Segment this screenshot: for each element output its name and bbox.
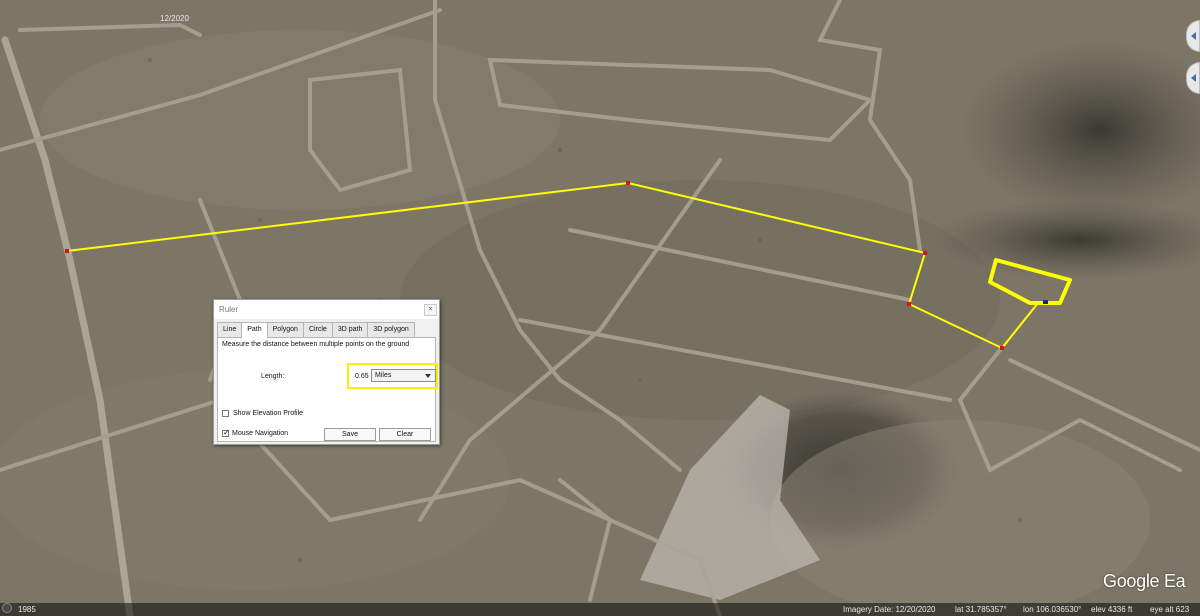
path-description: Measure the distance between multiple po… <box>222 341 410 348</box>
tab-circle[interactable]: Circle <box>302 322 333 337</box>
length-label: Length: <box>261 373 285 380</box>
longitude: lon 106.036530° <box>1023 605 1082 614</box>
mouse-navigation-checkbox[interactable]: ✓ <box>222 428 230 437</box>
top-date-label: 12/2020 <box>160 14 189 23</box>
historical-imagery-icon[interactable] <box>2 603 12 613</box>
tab-line[interactable]: Line <box>217 322 243 337</box>
length-value: 0.65 <box>355 373 369 380</box>
clear-button[interactable]: Clear <box>379 428 431 441</box>
dialog-titlebar[interactable]: Ruler × <box>214 300 439 319</box>
checkmark-icon: ✓ <box>223 428 230 437</box>
path-tab-panel: Measure the distance between multiple po… <box>217 337 438 442</box>
close-button[interactable]: × <box>424 304 437 316</box>
elevation: elev 4336 ft <box>1091 605 1133 614</box>
timeline-year: 1985 <box>18 605 36 614</box>
google-earth-logo: Google Ea <box>1103 571 1186 591</box>
show-elevation-checkbox[interactable] <box>222 410 229 417</box>
dialog-title: Ruler <box>219 305 239 314</box>
status-bar: 1985 Imagery Date: 12/20/2020 lat 31.785… <box>0 603 1200 616</box>
unit-select[interactable]: Miles <box>371 369 436 382</box>
parcel-marker <box>1043 300 1048 304</box>
satellite-map[interactable] <box>0 0 1200 616</box>
speck <box>758 238 762 242</box>
tab-3d-path[interactable]: 3D path <box>331 322 369 337</box>
unit-selected: Miles <box>375 372 392 379</box>
speck <box>298 558 302 562</box>
show-elevation-label: Show Elevation Profile <box>233 410 304 417</box>
chevron-down-icon <box>425 374 431 378</box>
save-button[interactable]: Save <box>324 428 376 441</box>
ruler-dialog: Ruler × Line Path Polygon Circle 3D path… <box>213 299 440 445</box>
tab-path[interactable]: Path <box>241 322 268 338</box>
hill-slope <box>770 420 1150 616</box>
speck <box>558 148 562 152</box>
speck <box>1018 518 1022 522</box>
path-vertex[interactable] <box>923 251 927 255</box>
speck <box>638 378 642 382</box>
mouse-navigation-label: Mouse Navigation <box>232 430 289 437</box>
tab-3d-polygon[interactable]: 3D polygon <box>367 322 415 337</box>
eye-altitude: eye alt 623 <box>1150 605 1190 614</box>
path-vertex[interactable] <box>907 302 911 306</box>
path-vertex[interactable] <box>65 249 69 253</box>
chevron-left-icon <box>1191 74 1196 82</box>
tab-polygon[interactable]: Polygon <box>266 322 304 337</box>
terrain-patch <box>40 30 560 210</box>
latitude: lat 31.785357° <box>955 605 1007 614</box>
path-vertex[interactable] <box>1000 346 1004 350</box>
speck <box>258 218 262 222</box>
chevron-left-icon <box>1191 32 1196 40</box>
path-vertex[interactable] <box>626 181 630 185</box>
imagery-date: Imagery Date: 12/20/2020 <box>843 605 936 614</box>
ruler-tabs: Line Path Polygon Circle 3D path 3D poly… <box>217 322 415 338</box>
speck <box>148 58 152 62</box>
